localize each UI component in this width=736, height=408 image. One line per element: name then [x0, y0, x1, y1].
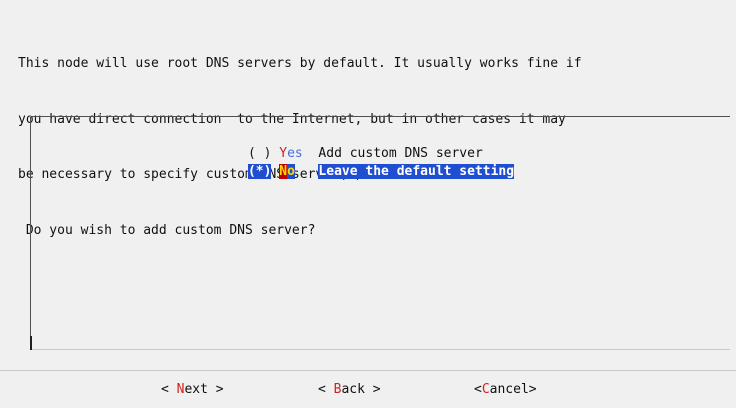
option-yes[interactable]: ( ) Yes Add custom DNS server — [201, 127, 483, 161]
button-bracket: < — [161, 382, 177, 397]
button-label: ack — [341, 382, 365, 397]
button-label: ext — [184, 382, 208, 397]
hotkey-letter: C — [481, 382, 490, 397]
button-bracket: > — [528, 382, 537, 397]
back-button[interactable]: < Back > — [318, 376, 381, 404]
option-tag-no: No — [279, 164, 295, 179]
radio-list: ( ) Yes Add custom DNS server (*) No Lea… — [30, 116, 730, 350]
button-label: ancel — [489, 382, 529, 397]
button-bracket: > — [207, 382, 224, 397]
list-border-corner — [30, 336, 32, 350]
button-bracket: > — [364, 382, 381, 397]
cancel-button[interactable]: <Cancel> — [474, 376, 537, 404]
tag-rest: o — [287, 164, 295, 179]
button-divider — [0, 370, 736, 371]
list-border-left — [30, 117, 31, 337]
hotkey-letter: N — [279, 164, 288, 179]
button-bar: < Next > < Back > <Cancel> — [0, 376, 736, 404]
dns-dialog: This node will use root DNS servers by d… — [0, 0, 736, 408]
option-no[interactable]: (*) No Leave the default setting — [201, 145, 515, 179]
option-description: Leave the default setting — [318, 164, 515, 179]
button-bracket: < — [474, 382, 482, 397]
radio-marker-selected[interactable]: (*) — [247, 164, 272, 179]
message-line: This node will use root DNS servers by d… — [18, 56, 582, 71]
button-bracket: < — [318, 382, 334, 397]
next-button[interactable]: < Next > — [161, 376, 224, 404]
